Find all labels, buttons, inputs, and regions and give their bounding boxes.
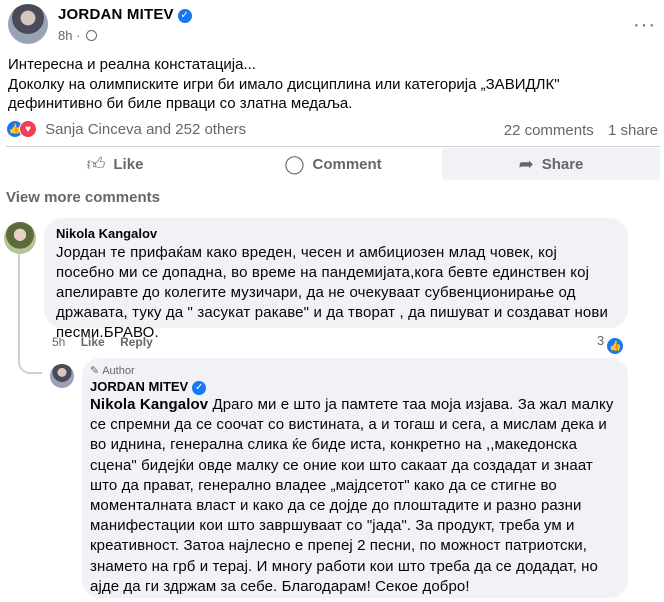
like-label: Like [113,155,144,173]
share-button[interactable]: ➦ Share [442,148,660,180]
comment-like-count[interactable]: 3 👍 [597,333,625,355]
reply-body: Драго ми е што ја памтете таа моја изјав… [90,396,614,595]
reply-bubble: ✎ Author JORDAN MITEV ✓ Nikola Kangalov Др… [82,358,628,598]
comments-count[interactable]: 22 comments [504,122,594,139]
thread-line [18,254,42,374]
reply-author-avatar[interactable] [50,364,74,388]
post-text-line: Интересна и реална констатација... [8,56,256,73]
pen-icon: ✎ [90,365,100,377]
globe-icon [86,30,98,41]
comment-text: Јордан те прифаќам како вреден, чесен и … [56,244,609,341]
post-header: JORDAN MITEV ✓ 8h · ··· [8,2,658,50]
view-more-comments[interactable]: View more comments [6,189,160,206]
comment-reply-button[interactable]: Reply [120,335,153,349]
comment-like-number: 3 [597,333,605,348]
more-icon[interactable]: ··· [633,14,656,37]
post-text-line: Доколку на олимписките игри би имало дис… [8,75,560,113]
author-badge-label: Author [102,365,135,377]
comment-time[interactable]: 5h [52,335,65,349]
post-time[interactable]: 8h [58,28,72,43]
author-avatar[interactable] [8,4,48,44]
like-button[interactable]: 👍︎ Like [6,148,224,180]
reactions-bar: 👍 ♥ Sanja Cinceva and 252 others 22 comme… [6,120,658,142]
comment-author[interactable]: Nikola Kangalov [56,226,616,241]
post-actions: 👍︎ Like ◯ Comment ➦ Share [6,146,660,180]
reply-author-name[interactable]: JORDAN MITEV [90,379,188,394]
author-badge: ✎ Author [90,364,622,377]
comment-actions: 5h Like Reply [52,335,165,349]
share-icon: ➦ [518,153,534,174]
post-author-name[interactable]: JORDAN MITEV [58,6,174,23]
reply-author[interactable]: JORDAN MITEV ✓ [90,379,622,395]
post-meta: 8h · [58,28,98,43]
post-author[interactable]: JORDAN MITEV ✓ [58,6,192,23]
comment-like-button[interactable]: Like [81,335,105,349]
commenter-avatar[interactable] [4,222,36,254]
comment-icon: ◯ [284,153,305,174]
comment-button[interactable]: ◯ Comment [224,148,442,180]
post-text: Интересна и реална констатација... Докол… [8,55,658,114]
like-reaction-icon: 👍 [606,337,625,355]
like-icon: 👍︎ [86,154,106,174]
comment-label: Comment [312,155,382,173]
reply-mention[interactable]: Nikola Kangalov [90,396,208,413]
shares-count[interactable]: 1 share [608,122,658,139]
love-reaction-icon[interactable]: ♥ [19,120,37,139]
reaction-names[interactable]: Sanja Cinceva and 252 others [45,121,246,138]
share-label: Share [541,155,584,173]
verified-icon: ✓ [192,381,207,395]
reply-text: Nikola Kangalov Драго ми е што ја памтет… [90,395,622,597]
post-counts: 22 comments 1 share [494,122,658,139]
comment-bubble: Nikola Kangalov Јордан те прифаќам како … [44,218,628,341]
verified-icon: ✓ [177,9,192,23]
